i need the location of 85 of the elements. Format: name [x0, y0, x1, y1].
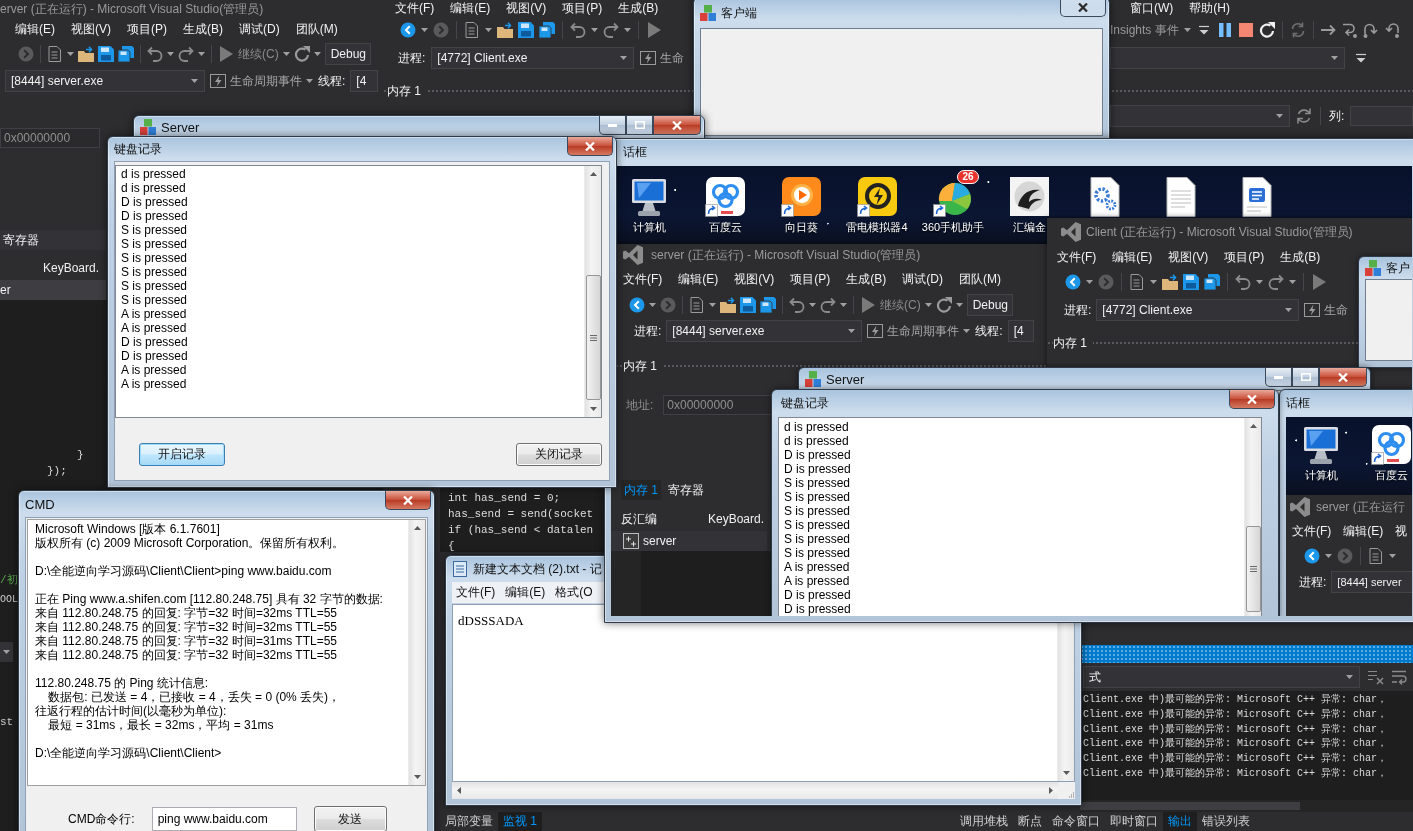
- log-entry: S is pressed: [784, 490, 851, 504]
- console-line: 数据包: 已发送 = 4，已接收 = 4，丢失 = 0 (0% 丢失)，: [47, 690, 341, 704]
- log-entry: A is pressed: [121, 307, 187, 321]
- output-line: Client.exe 中)最可能的异常: Microsoft C++ 异常: char，: [1083, 707, 1388, 722]
- log-entry: D is pressed: [121, 349, 188, 363]
- window-title: CMD: [25, 496, 55, 512]
- output-line: Client.exe 中)最可能的异常: Microsoft C++ 异常: char，: [1083, 752, 1388, 767]
- log-entry: S is pressed: [121, 223, 188, 237]
- window-title: Server: [826, 371, 865, 387]
- code-fragment: /初: [0, 573, 18, 588]
- window-title: erver (正在运行) - Microsoft Visual Studio(管理员): [0, 0, 264, 18]
- code-line: {: [448, 539, 455, 554]
- log-entry: S is pressed: [121, 251, 188, 265]
- log-entry: D is pressed: [784, 462, 851, 476]
- output-line: Client.exe 中)最可能的异常: Microsoft C++ 异常: char，: [1083, 767, 1388, 781]
- log-entry: A is pressed: [784, 560, 850, 574]
- console-line: Microsoft Windows [版本 6.1.7601]: [35, 522, 220, 536]
- process-label: 进程:: [1299, 573, 1327, 591]
- window-title: 话框: [1286, 395, 1310, 412]
- window-title: server (正在运行: [1316, 498, 1405, 516]
- log-entry: d is pressed: [784, 420, 849, 434]
- log-entry: D is pressed: [784, 602, 851, 616]
- log-entry: S is pressed: [121, 265, 188, 279]
- log-entry: d is pressed: [121, 181, 186, 195]
- log-entry: A is pressed: [121, 377, 187, 391]
- console-line: 112.80.248.75 的 Ping 统计信息:: [35, 676, 209, 690]
- log-entry: S is pressed: [121, 237, 188, 251]
- log-entry: S is pressed: [784, 504, 851, 518]
- log-entry: S is pressed: [784, 476, 851, 490]
- process-label: 进程:: [634, 322, 662, 340]
- address-label: 地址:: [626, 396, 654, 414]
- window-title: 客户: [1386, 259, 1410, 277]
- log-entry: A is pressed: [784, 574, 850, 588]
- log-entry: A is pressed: [121, 321, 187, 335]
- console-line: D:\全能逆向学习源码\Client\Client>: [35, 746, 222, 760]
- log-entry: D is pressed: [121, 335, 188, 349]
- process-label: 进程:: [398, 49, 426, 67]
- log-entry: S is pressed: [784, 546, 851, 560]
- console-line: 来自 112.80.248.75 的回复: 字节=32 时间=32ms TTL=55: [35, 620, 338, 634]
- console-line: 正在 Ping www.a.shifen.com [112.80.248.75] 具有 32 字节的数据:: [35, 592, 383, 606]
- panel-title: 内存 1: [623, 357, 663, 375]
- process-label: 进程:: [1064, 301, 1092, 319]
- log-entry: D is pressed: [784, 588, 851, 602]
- code-line: }: [77, 448, 84, 463]
- code-fragment: OOL: [0, 593, 18, 607]
- log-entry: d is pressed: [121, 167, 186, 181]
- console-line: 来自 112.80.248.75 的回复: 字节=32 时间=31ms TTL=55: [35, 634, 338, 648]
- code-line: has_send = send(socket: [448, 507, 594, 522]
- console-line: 最短 = 31ms，最长 = 32ms，平均 = 31ms: [47, 718, 274, 732]
- log-entry: d is pressed: [784, 434, 849, 448]
- window-title: Client (正在运行) - Microsoft Visual Studio(管理员): [1086, 223, 1353, 241]
- command-label: CMD命令行:: [68, 810, 135, 828]
- log-entry: S is pressed: [121, 293, 188, 307]
- window-title: Server: [161, 119, 200, 135]
- output-line: Client.exe 中)最可能的异常: Microsoft C++ 异常: char，: [1083, 737, 1388, 752]
- panel-title: 内存 1: [1053, 334, 1093, 352]
- log-entry: D is pressed: [121, 209, 188, 223]
- output-line: Client.exe 中)最可能的异常: Microsoft C++ 异常: char，: [1083, 693, 1388, 707]
- console-line: 版权所有 (c) 2009 Microsoft Corporation。保留所有权利。: [35, 536, 345, 550]
- log-entry: S is pressed: [784, 518, 851, 532]
- code-fragment: st: [0, 715, 14, 730]
- console-line: 来自 112.80.248.75 的回复: 字节=32 时间=32ms TTL=55: [35, 648, 338, 662]
- console-line: D:\全能逆向学习源码\Client\Client>ping www.baidu.com: [35, 564, 332, 578]
- console-line: 来自 112.80.248.75 的回复: 字节=32 时间=32ms TTL=55: [35, 606, 338, 620]
- window-title: 话框: [623, 144, 647, 161]
- code-line: int has_send = 0;: [448, 491, 561, 506]
- log-entry: D is pressed: [784, 448, 851, 462]
- code-line: if (has_send < datalen: [448, 523, 594, 538]
- console-line: 往返行程的估计时间(以毫秒为单位):: [35, 704, 227, 718]
- notification-badge: 26: [957, 170, 979, 184]
- log-entry: S is pressed: [784, 532, 851, 546]
- window-title: 新建文本文档 (2).txt - 记: [473, 560, 602, 578]
- output-line: Client.exe 中)最可能的异常: Microsoft C++ 异常: char，: [1083, 722, 1388, 737]
- log-entry: A is pressed: [121, 363, 187, 377]
- window-title: 键盘记录: [114, 140, 162, 158]
- window-title: 键盘记录: [781, 395, 829, 412]
- log-entry: S is pressed: [121, 279, 188, 293]
- thread-label: 线程:: [975, 322, 1003, 340]
- code-line: });: [47, 464, 67, 479]
- window-title: server (正在运行) - Microsoft Visual Studio(管理员): [651, 246, 921, 264]
- window-title: 客户端: [721, 4, 757, 22]
- log-entry: D is pressed: [121, 195, 188, 209]
- panel-title: 内存 1: [387, 82, 427, 100]
- thread-label: 线程:: [318, 72, 346, 90]
- column-label: 列:: [1329, 107, 1345, 125]
